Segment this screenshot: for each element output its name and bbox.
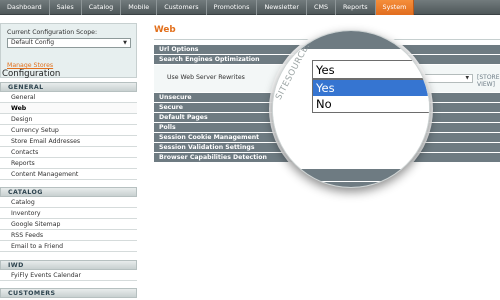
option-yes[interactable]: Yes bbox=[313, 80, 429, 96]
option-no[interactable]: No bbox=[313, 96, 429, 112]
nav-newsletter[interactable]: Newsletter bbox=[257, 0, 307, 15]
group-iwd: IWD FyiFly Events Calendar bbox=[0, 260, 137, 281]
sidebar-item-content-management[interactable]: Content Management bbox=[0, 169, 137, 180]
top-navigation-bar: Dashboard Sales Catalog Mobile Customers… bbox=[0, 0, 500, 15]
manage-stores-link[interactable]: Manage Stores bbox=[7, 62, 53, 69]
scope-label: Current Configuration Scope: bbox=[7, 29, 98, 36]
sidebar-item-google-sitemap[interactable]: Google Sitemap bbox=[0, 219, 137, 230]
group-catalog: CATALOG Catalog Inventory Google Sitemap… bbox=[0, 187, 137, 252]
group-general: GENERAL General Web Design Currency Setu… bbox=[0, 82, 137, 180]
nav-reports[interactable]: Reports bbox=[336, 0, 376, 15]
group-header-catalog[interactable]: CATALOG bbox=[0, 187, 137, 197]
sidebar-item-currency-setup[interactable]: Currency Setup bbox=[0, 125, 137, 136]
nav-sales[interactable]: Sales bbox=[50, 0, 82, 15]
sidebar-item-rss-feeds[interactable]: RSS Feeds bbox=[0, 230, 137, 241]
divider bbox=[273, 181, 429, 182]
magnified-select-value: Yes bbox=[316, 63, 335, 77]
chevron-down-icon: ▼ bbox=[465, 76, 469, 81]
scope-select[interactable]: Default Config ▼ bbox=[7, 38, 131, 48]
sidebar-item-inventory[interactable]: Inventory bbox=[0, 208, 137, 219]
sidebar-item-fyifly-events-calendar[interactable]: FyiFly Events Calendar bbox=[0, 270, 137, 281]
group-header-general[interactable]: GENERAL bbox=[0, 82, 137, 92]
nav-mobile[interactable]: Mobile bbox=[121, 0, 158, 15]
scope-select-value: Default Config bbox=[11, 39, 55, 46]
nav-system[interactable]: System bbox=[375, 0, 415, 15]
scope-tag: [STORE VIEW] bbox=[477, 74, 500, 88]
sidebar-item-reports[interactable]: Reports bbox=[0, 158, 137, 169]
group-header-customers[interactable]: CUSTOMERS bbox=[0, 288, 137, 298]
sidebar-item-store-email-addresses[interactable]: Store Email Addresses bbox=[0, 136, 137, 147]
sidebar-item-email-to-a-friend[interactable]: Email to a Friend bbox=[0, 241, 137, 252]
sidebar-item-catalog[interactable]: Catalog bbox=[0, 197, 137, 208]
select-dropdown-list: Yes No bbox=[312, 79, 429, 113]
sidebar-item-contacts[interactable]: Contacts bbox=[0, 147, 137, 158]
group-header-iwd[interactable]: IWD bbox=[0, 260, 137, 270]
sidebar-item-general[interactable]: General bbox=[0, 92, 137, 103]
sidebar-item-design[interactable]: Design bbox=[0, 114, 137, 125]
configuration-title: Configuration bbox=[2, 69, 61, 79]
nav-customers[interactable]: Customers bbox=[157, 0, 207, 15]
magnified-section-header bbox=[273, 31, 429, 49]
sidebar-item-web[interactable]: Web bbox=[0, 103, 137, 114]
configuration-sidebar: Current Configuration Scope: Default Con… bbox=[0, 15, 139, 300]
nav-promotions[interactable]: Promotions bbox=[207, 0, 258, 15]
magnified-section-header bbox=[273, 169, 429, 187]
nav-catalog[interactable]: Catalog bbox=[82, 0, 122, 15]
page-title: Web bbox=[154, 25, 176, 35]
field-label-web-server-rewrites: Use Web Server Rewrites bbox=[167, 74, 245, 81]
magnified-select[interactable]: Yes ▼ bbox=[312, 60, 429, 79]
chevron-down-icon: ▼ bbox=[123, 40, 127, 46]
nav-cms[interactable]: CMS bbox=[307, 0, 337, 15]
nav-dashboard[interactable]: Dashboard bbox=[0, 0, 50, 15]
magnifier-lens: SITESOURCE.COM Yes ▼ Yes No ▼ bbox=[272, 30, 430, 188]
group-customers: CUSTOMERS bbox=[0, 288, 137, 298]
